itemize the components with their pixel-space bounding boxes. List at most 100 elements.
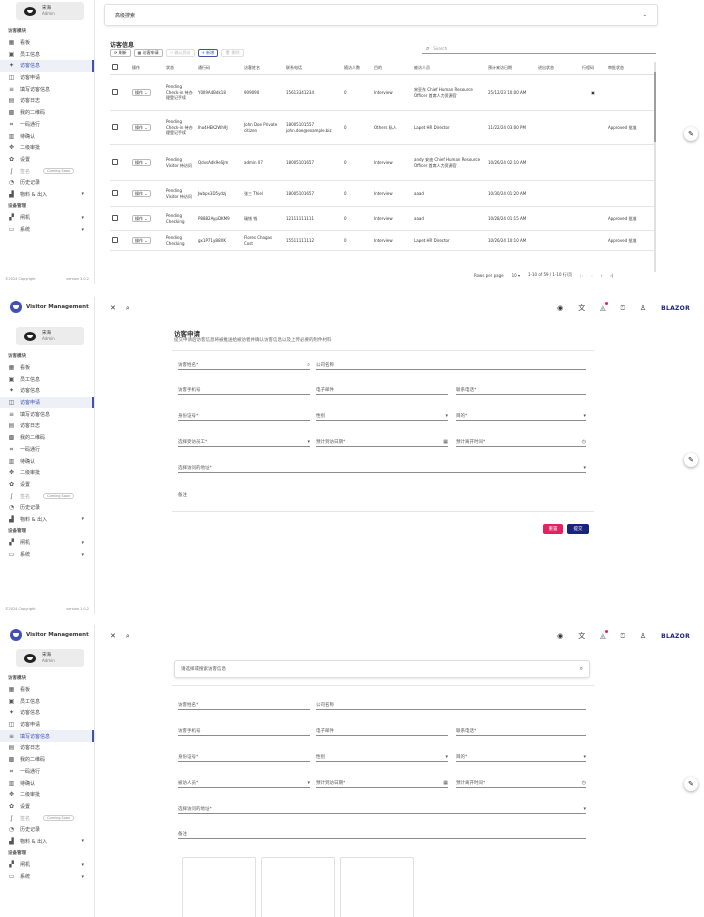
select-all-checkbox[interactable] xyxy=(112,63,118,70)
visitor-search-input[interactable]: 请选择或搜索访客信息 ⌕ xyxy=(174,660,590,678)
sidebar-item-system[interactable]: ▭ 系统 ▾ xyxy=(0,871,94,883)
email-field[interactable]: 电子邮件 xyxy=(316,385,448,395)
sidebar-item-materials[interactable]: ▟ 物料 & 出入 ▾ xyxy=(0,189,94,201)
company-field[interactable]: 公司名称 xyxy=(316,360,586,370)
next-page-button[interactable]: › xyxy=(601,273,603,278)
apps-icon[interactable]: ⍞ xyxy=(621,632,625,641)
company-field[interactable]: 公司名称 xyxy=(316,700,586,710)
rows-per-page-select[interactable]: 10 ▾ xyxy=(512,273,520,278)
sidebar-item-employees[interactable]: ▣ 员工信息 xyxy=(0,695,94,707)
purpose-select[interactable]: 目的* ▾ xyxy=(456,411,586,421)
sidebar-item-gates[interactable]: ▞ 闸机 ▾ xyxy=(0,537,94,549)
delete-button[interactable]: 🗑 删除 xyxy=(221,49,244,57)
column-header[interactable]: 联系电话 xyxy=(284,65,342,70)
sidebar-item-dashboard[interactable]: ▦ 看板 xyxy=(0,37,94,49)
sidebar-item-visitors[interactable]: ✦ 访客信息 xyxy=(0,385,94,397)
table-row[interactable]: 操作 ⌄ Pending Visitor 待访问 Jwbpx3D5ydzj 张三 Th… xyxy=(110,181,656,207)
refresh-button[interactable]: ⟳ 刷新 xyxy=(110,49,131,57)
row-action-menu-button[interactable]: 操作 ⌄ xyxy=(132,214,151,223)
column-header[interactable]: 状态 xyxy=(164,65,196,70)
account-icon[interactable]: ♙ xyxy=(640,304,646,312)
sidebar-item-my-qr[interactable]: ▩ 我的二维码 xyxy=(0,432,94,444)
user-card[interactable]: 宋海 Admin xyxy=(16,2,84,20)
sidebar-item-fill-info[interactable]: ≡ 填写访客信息 xyxy=(0,83,94,95)
user-card[interactable]: 宋海 Admin xyxy=(16,649,84,667)
upload-slot[interactable] xyxy=(340,857,414,917)
sidebar-item-pending[interactable]: ▥ 待确认 xyxy=(0,777,94,789)
visit-location-select[interactable]: 选择访问的地址* ▾ xyxy=(178,463,586,473)
gender-select[interactable]: 性别 ▾ xyxy=(316,411,448,421)
upload-slot[interactable] xyxy=(182,857,256,917)
edit-fab[interactable]: ✎ xyxy=(684,127,698,141)
column-header[interactable]: 操作 xyxy=(130,65,164,70)
sidebar-item-pending[interactable]: ▥ 待确认 xyxy=(0,455,94,467)
sidebar-item-apply[interactable]: ◫ 访客申请 xyxy=(0,719,94,731)
sidebar-item-approval[interactable]: ✥ 二级审批 xyxy=(0,142,94,154)
sidebar-item-system[interactable]: ▭ 系统 ▾ xyxy=(0,549,94,561)
edit-fab[interactable]: ✎ xyxy=(684,453,698,467)
sidebar-item-approval[interactable]: ✥ 二级审批 xyxy=(0,789,94,801)
id-card-field[interactable]: 身份证号* xyxy=(178,752,310,762)
sidebar-item-history[interactable]: ◔ 历史记录 xyxy=(0,502,94,514)
row-checkbox[interactable] xyxy=(112,158,118,165)
remark-textarea[interactable]: 备注 xyxy=(178,829,586,839)
purpose-select[interactable]: 目的* ▾ xyxy=(456,752,586,762)
sidebar-item-gates[interactable]: ▞ 闸机 ▾ xyxy=(0,859,94,871)
leave-time-picker[interactable]: 预计离开时间* ◷ xyxy=(456,778,586,788)
reset-button[interactable]: 重置 xyxy=(543,524,563,534)
close-icon[interactable]: ✕ xyxy=(110,304,116,313)
email-field[interactable]: 电子邮件 xyxy=(316,726,448,736)
host-employee-select[interactable]: 选择受访员工* ▾ xyxy=(178,437,310,447)
visit-date-picker[interactable]: 预计到访日期* ▦ xyxy=(316,437,448,447)
visitor-name-field[interactable]: 访客姓名* ⌕ xyxy=(178,360,310,370)
sidebar-item-one-pass[interactable]: ⌗ 一码通行 xyxy=(0,766,94,778)
sidebar-item-visitors[interactable]: ✦ 访客信息 xyxy=(0,707,94,719)
gender-select[interactable]: 性别 ▾ xyxy=(316,752,448,762)
apps-icon[interactable]: ⍞ xyxy=(621,304,625,313)
sidebar-item-settings[interactable]: ✿ 设置 xyxy=(0,479,94,491)
row-checkbox[interactable] xyxy=(112,88,118,95)
github-icon[interactable]: ◉ xyxy=(557,632,563,640)
sidebar-item-visitors[interactable]: ✦ 访客信息 xyxy=(0,60,94,72)
contact-phone-field[interactable]: 联系电话* xyxy=(456,726,586,736)
sidebar-item-apply[interactable]: ◫ 访客申请 xyxy=(0,72,94,84)
search-input[interactable]: ⌕ Search xyxy=(422,44,656,54)
sidebar-item-one-pass[interactable]: ⌗ 一码通行 xyxy=(0,119,94,131)
submit-button[interactable]: 提交 xyxy=(567,524,589,534)
confirm-visit-button[interactable]: ⚇ 确认到访 xyxy=(165,49,195,57)
column-header[interactable]: 进出状态 xyxy=(536,65,580,70)
column-header[interactable]: 审批状态 xyxy=(606,65,652,70)
sidebar-item-history[interactable]: ◔ 历史记录 xyxy=(0,824,94,836)
app-logo[interactable]: Visitor Management xyxy=(10,301,89,313)
advanced-search-panel[interactable]: 高级搜索 ⌄ xyxy=(104,4,658,26)
sidebar-item-approval[interactable]: ✥ 二级审批 xyxy=(0,467,94,479)
sidebar-item-fill-info[interactable]: ≡ 填写访客信息 xyxy=(0,408,94,420)
github-icon[interactable]: ◉ xyxy=(557,304,563,312)
sidebar-item-settings[interactable]: ✿ 设置 xyxy=(0,801,94,813)
column-header[interactable]: 预计来访日期 xyxy=(486,65,536,70)
sidebar-item-my-qr[interactable]: ▩ 我的二维码 xyxy=(0,754,94,766)
row-checkbox[interactable] xyxy=(112,236,118,243)
visitor-phone-field[interactable]: 访客手机号 xyxy=(178,726,310,736)
edit-fab[interactable]: ✎ xyxy=(684,777,698,791)
row-checkbox[interactable] xyxy=(112,123,118,130)
visitor-name-field[interactable]: 访客姓名* xyxy=(178,700,310,710)
user-card[interactable]: 宋海 Admin xyxy=(16,327,84,345)
notification-button[interactable]: ◬ xyxy=(600,630,608,640)
remark-textarea[interactable]: 备注 xyxy=(178,489,586,499)
account-icon[interactable]: ♙ xyxy=(640,632,646,640)
close-icon[interactable]: ✕ xyxy=(110,632,116,641)
sidebar-item-materials[interactable]: ▟ 物料 & 出入 ▾ xyxy=(0,514,94,526)
row-action-menu-button[interactable]: 操作 ⌄ xyxy=(132,189,151,198)
column-header[interactable]: 目的 xyxy=(372,65,412,70)
sidebar-item-fill-info[interactable]: ≡ 填写访客信息 xyxy=(0,730,94,743)
app-logo[interactable]: Visitor Management xyxy=(10,629,89,641)
row-action-menu-button[interactable]: 操作 ⌄ xyxy=(132,236,151,245)
translate-icon[interactable]: 文 xyxy=(578,631,585,641)
column-header[interactable]: 被访人员 xyxy=(412,65,486,70)
upload-slot[interactable] xyxy=(261,857,335,917)
visit-date-picker[interactable]: 预计到访日期* ▦ xyxy=(316,778,448,788)
notification-button[interactable]: ◬ xyxy=(600,302,608,312)
sidebar-item-employees[interactable]: ▣ 员工信息 xyxy=(0,373,94,385)
first-page-button[interactable]: |‹ xyxy=(580,273,583,278)
